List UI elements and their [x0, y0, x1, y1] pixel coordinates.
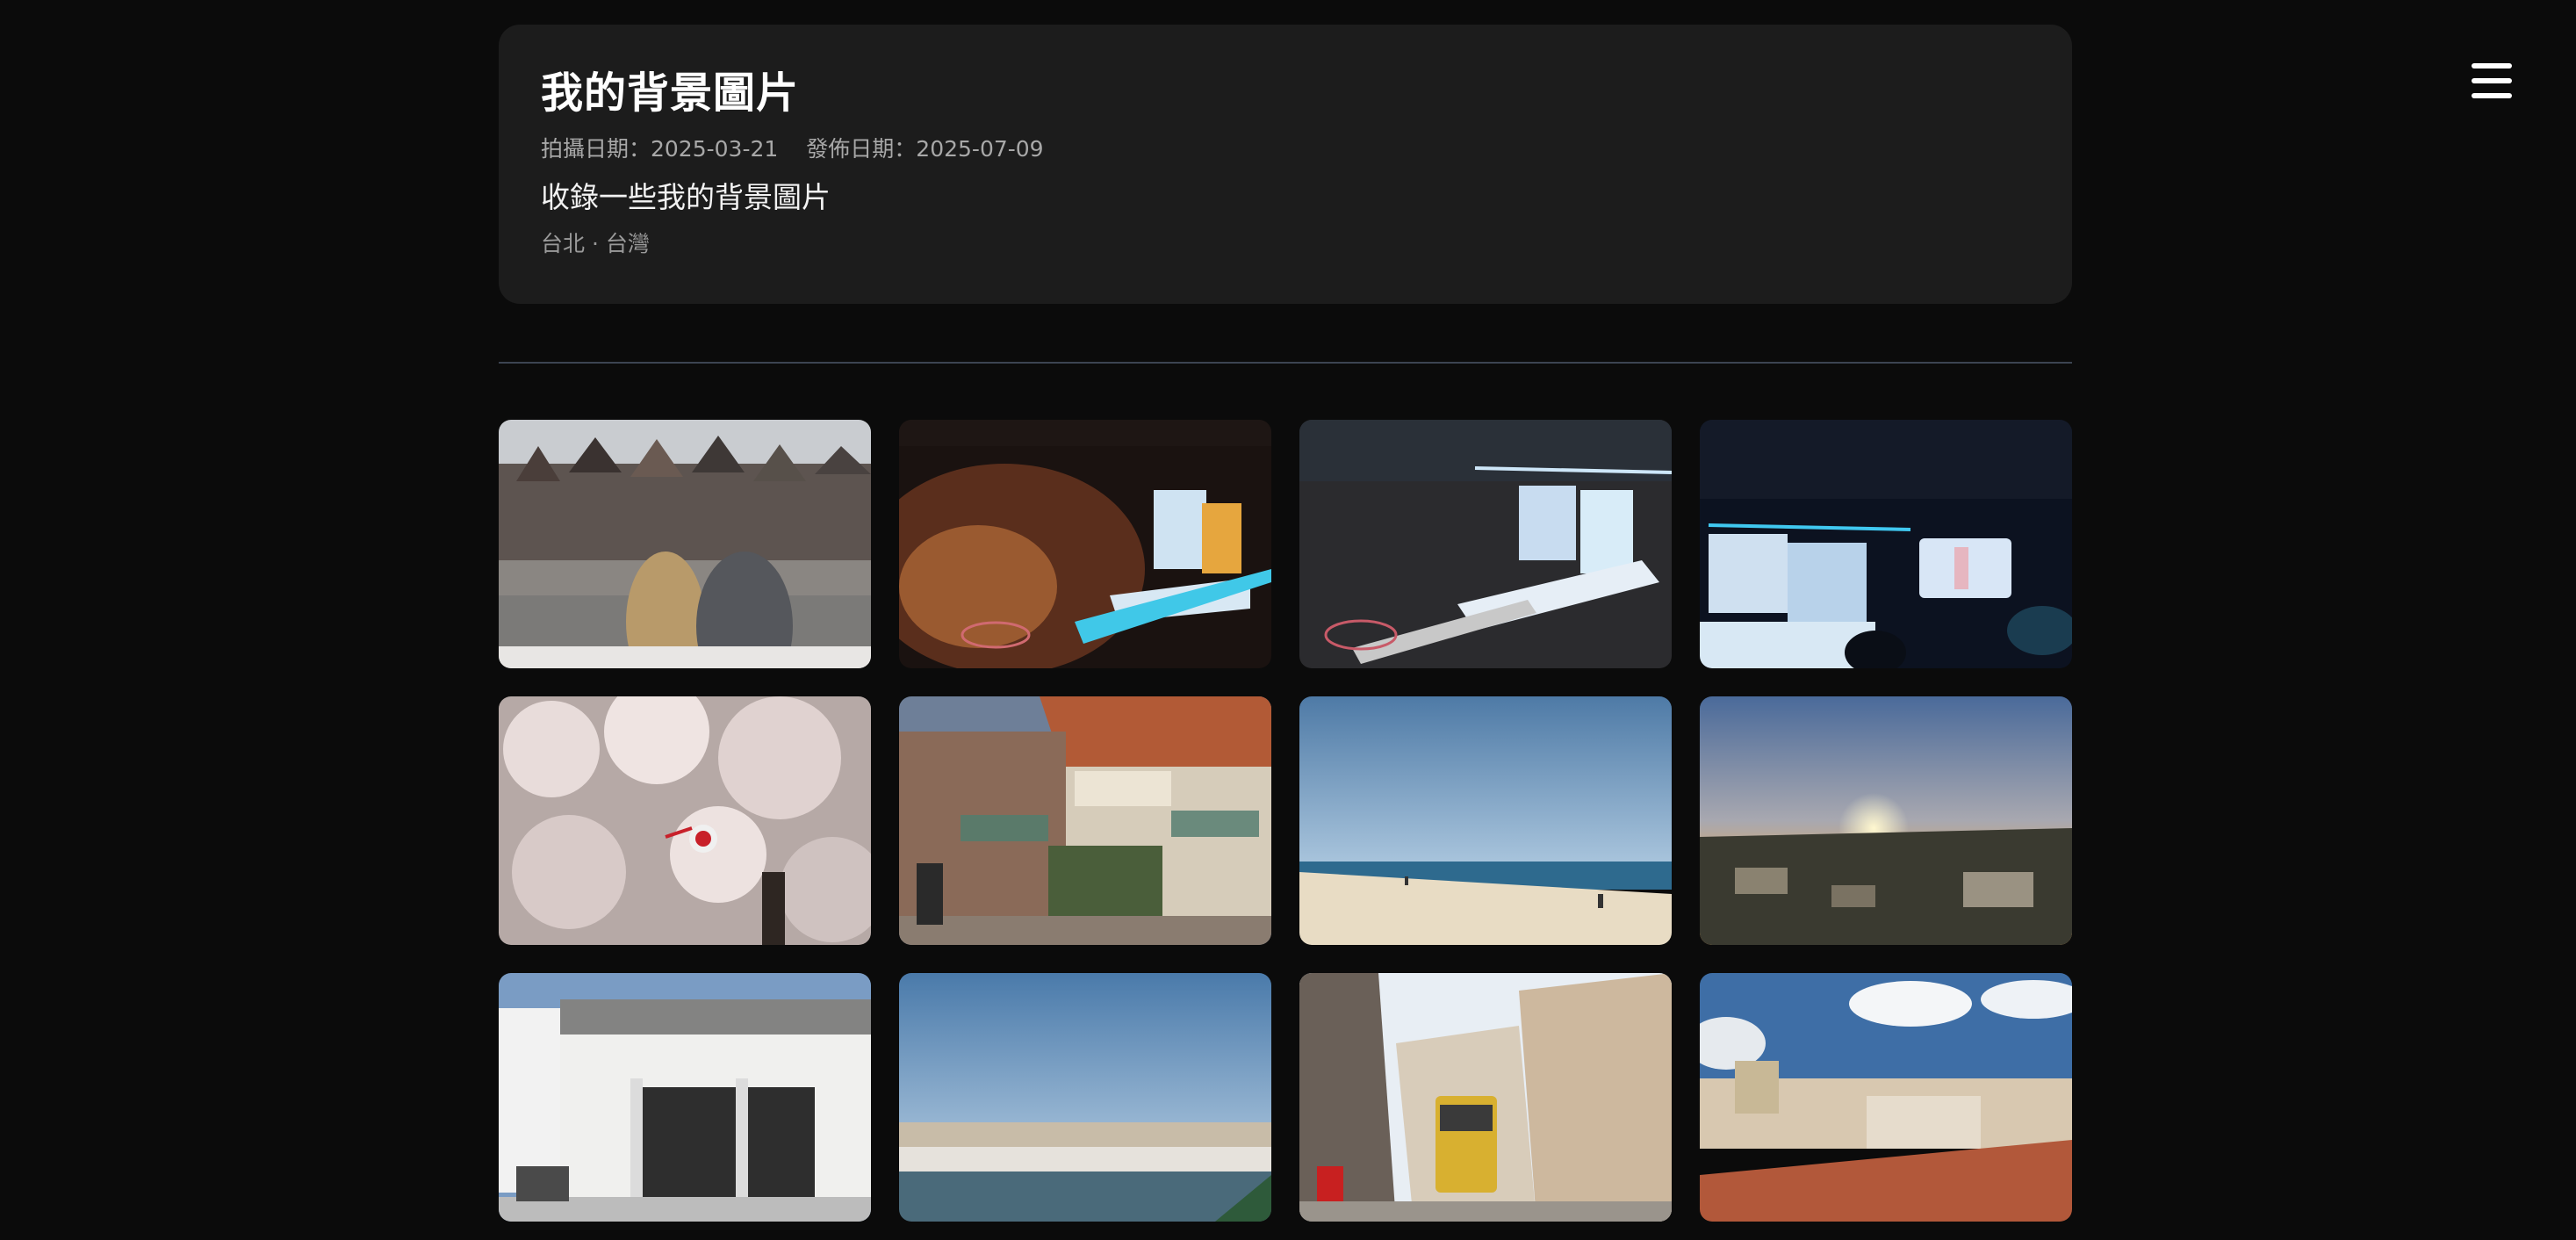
- album-description: 收錄一些我的背景圖片: [541, 180, 831, 214]
- menu-bar: [2472, 78, 2512, 83]
- photo-sunset-over-town: [1700, 696, 2072, 945]
- album-info-card: 我的背景圖片 拍攝日期：2025-03-21 發佈日期：2025-07-09 收…: [499, 25, 2072, 304]
- photo-concert-stage-confetti: [899, 420, 1271, 668]
- photo-concert-stage-crowd: [1299, 420, 1672, 668]
- menu-bar: [2472, 63, 2512, 68]
- page: 我的背景圖片 拍攝日期：2025-03-21 發佈日期：2025-07-09 收…: [0, 0, 2576, 1240]
- photo-tile[interactable]: [899, 973, 1271, 1222]
- photo-tile[interactable]: [899, 696, 1271, 945]
- photo-concert-stage-screen: [1700, 420, 2072, 668]
- photo-tile[interactable]: [1299, 420, 1672, 668]
- photo-tile[interactable]: [1299, 973, 1672, 1222]
- photo-lisbon-rooftops: [1700, 973, 2072, 1222]
- menu-bar: [2472, 93, 2512, 98]
- album-title: 我的背景圖片: [541, 68, 800, 118]
- photo-tile[interactable]: [1700, 696, 2072, 945]
- photo-tile[interactable]: [499, 696, 871, 945]
- divider: [499, 362, 2072, 364]
- photo-lisbon-tram-street: [1299, 973, 1672, 1222]
- photo-tile[interactable]: [499, 973, 871, 1222]
- album-location: 台北 · 台灣: [541, 231, 650, 256]
- photo-white-cafe-building: [499, 973, 871, 1222]
- photo-gallery: [499, 420, 2072, 1222]
- photo-tile[interactable]: [499, 420, 871, 668]
- photo-cherry-blossoms: [499, 696, 871, 945]
- album-dates: 拍攝日期：2025-03-21 發佈日期：2025-07-09: [541, 133, 2030, 165]
- photo-river-bridge: [899, 973, 1271, 1222]
- hamburger-menu-icon[interactable]: [2472, 63, 2512, 98]
- photo-tile[interactable]: [1299, 696, 1672, 945]
- photo-tile[interactable]: [899, 420, 1271, 668]
- photo-beach-blue-sky: [1299, 696, 1672, 945]
- photo-de-emauspoort-shop: [899, 696, 1271, 945]
- publish-date: 發佈日期：2025-07-09: [806, 136, 1044, 162]
- photo-amsterdam-canal-houses: [499, 420, 871, 668]
- photo-tile[interactable]: [1700, 420, 2072, 668]
- shot-date: 拍攝日期：2025-03-21: [541, 136, 779, 162]
- photo-tile[interactable]: [1700, 973, 2072, 1222]
